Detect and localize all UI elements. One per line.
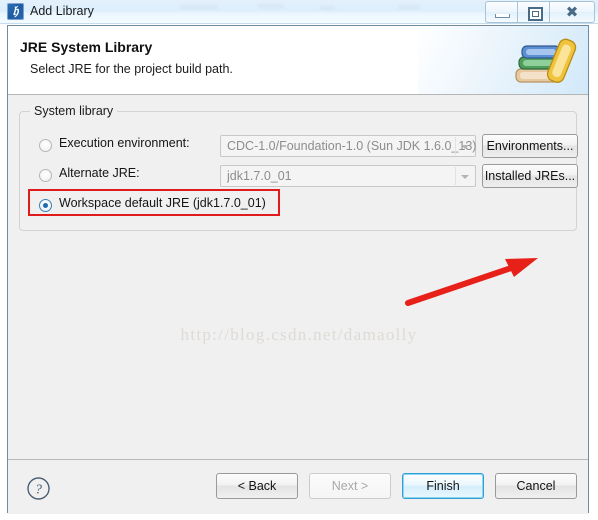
environments-button[interactable]: Environments... — [482, 134, 578, 158]
execution-environment-row: Execution environment: CDC-1.0/Foundatio… — [20, 134, 578, 158]
window-controls: ✖ — [485, 1, 595, 23]
finish-button[interactable]: Finish — [402, 473, 484, 499]
execution-environment-radio[interactable] — [39, 139, 52, 152]
alternate-jre-label[interactable]: Alternate JRE: — [59, 166, 140, 180]
add-library-dialog-window: 𝔥 Add Library ✖ JRE System Library Selec… — [0, 0, 598, 520]
next-button: Next > — [309, 473, 391, 499]
titlebar-artifact — [398, 5, 420, 9]
minimize-button[interactable] — [485, 1, 517, 23]
books-stack-icon — [515, 38, 577, 83]
execution-environment-combo[interactable]: CDC-1.0/Foundation-1.0 (Sun JDK 1.6.0_13… — [220, 135, 476, 157]
minimize-icon — [495, 14, 510, 18]
dialog-content: http://blog.csdn.net/damaolly System lib… — [8, 95, 588, 460]
system-library-group: System library Execution environment: CD… — [19, 104, 578, 231]
alternate-jre-row: Alternate JRE: jdk1.7.0_01 Installed JRE… — [20, 164, 578, 188]
titlebar-artifact — [180, 5, 218, 9]
cancel-button[interactable]: Cancel — [495, 473, 577, 499]
back-button[interactable]: < Back — [216, 473, 298, 499]
dialog-button-bar: ? < Back Next > Finish Cancel — [8, 460, 588, 514]
maximize-button[interactable] — [517, 1, 549, 23]
help-icon-glyph: ? — [35, 483, 42, 498]
system-library-group-title: System library — [30, 104, 118, 118]
execution-environment-combo-value: CDC-1.0/Foundation-1.0 (Sun JDK 1.6.0_13… — [227, 139, 477, 153]
chevron-down-icon[interactable] — [455, 137, 474, 155]
alternate-jre-combo[interactable]: jdk1.7.0_01 — [220, 165, 476, 187]
window-title: Add Library — [30, 4, 94, 18]
titlebar-artifact — [258, 4, 284, 8]
alternate-jre-radio[interactable] — [39, 169, 52, 182]
close-icon: ✖ — [565, 3, 579, 21]
alternate-jre-combo-value: jdk1.7.0_01 — [227, 169, 292, 183]
execution-environment-label[interactable]: Execution environment: — [59, 136, 190, 150]
dialog-header: JRE System Library Select JRE for the pr… — [8, 26, 588, 95]
restore-icon — [528, 7, 543, 21]
window-titlebar: 𝔥 Add Library ✖ — [0, 0, 598, 24]
help-icon[interactable]: ? — [26, 476, 51, 501]
workspace-default-jre-radio[interactable] — [39, 199, 52, 212]
workspace-default-jre-label[interactable]: Workspace default JRE (jdk1.7.0_01) — [59, 196, 266, 210]
titlebar-artifact — [320, 6, 334, 10]
java-library-icon: 𝔥 — [7, 3, 24, 20]
workspace-default-jre-row: Workspace default JRE (jdk1.7.0_01) — [20, 194, 578, 218]
java-library-icon-glyph: 𝔥 — [12, 3, 19, 18]
page-subtitle: Select JRE for the project build path. — [30, 62, 233, 76]
close-button[interactable]: ✖ — [549, 1, 595, 23]
dialog-frame: JRE System Library Select JRE for the pr… — [7, 25, 589, 514]
chevron-down-icon[interactable] — [455, 167, 474, 185]
installed-jres-button[interactable]: Installed JREs... — [482, 164, 578, 188]
watermark-text: http://blog.csdn.net/damaolly — [180, 325, 418, 344]
page-title: JRE System Library — [20, 39, 153, 55]
